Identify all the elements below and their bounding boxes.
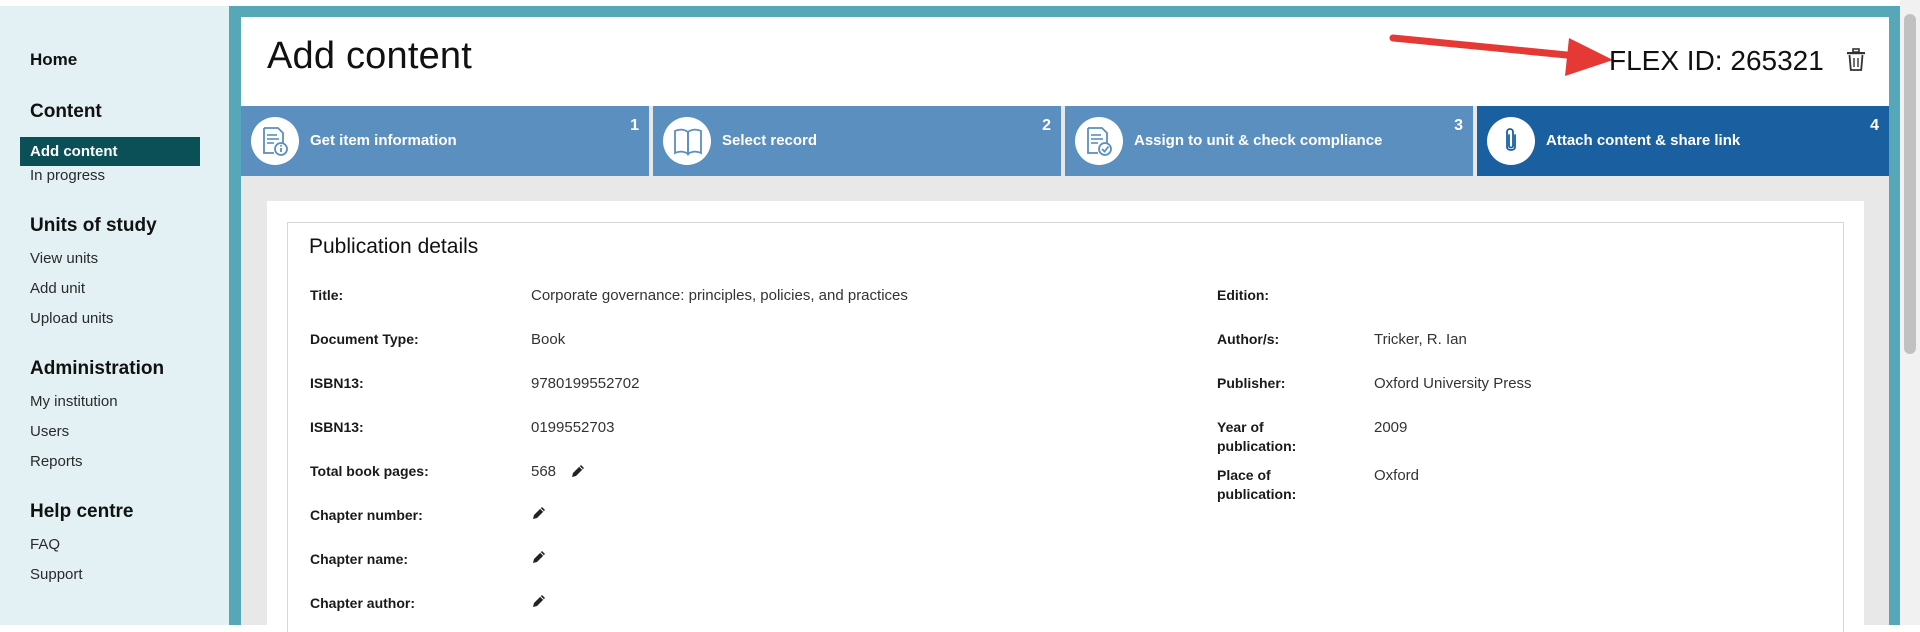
document-type-value: Book [531,331,566,348]
step-label: Select record [722,132,818,149]
step-number: 2 [1042,117,1051,134]
sidebar-item-in-progress[interactable]: In progress [30,167,105,184]
sidebar-item-add-unit[interactable]: Add unit [30,280,85,297]
isbn13-label: ISBN13: [310,419,364,435]
isbn13-value: 0199552703 [531,419,615,436]
sidebar-item-users[interactable]: Users [30,423,69,440]
publisher-value: Oxford University Press [1374,375,1532,392]
sidebar-item-support[interactable]: Support [30,566,83,583]
total-book-pages-value: 568 [531,463,557,480]
step-get-item-information[interactable]: Get item information 1 [241,106,649,176]
page-title: Add content [267,35,473,77]
edition-label: Edition: [1217,287,1270,303]
isbn13-label: ISBN13: [310,375,364,391]
main-panel: Add content FLEX ID: 265321 Get item inf… [241,17,1889,632]
sidebar: Home Content Add content In progress Uni… [0,6,229,625]
sidebar-item-upload-units[interactable]: Upload units [30,310,113,327]
step-label: Assign to unit & check compliance [1134,132,1383,149]
open-book-icon [674,128,702,156]
flex-id: FLEX ID: 265321 [1609,45,1824,76]
publication-heading: Publication details [309,235,479,258]
step-label: Get item information [310,132,457,149]
sidebar-item-faq[interactable]: FAQ [30,536,60,553]
publication-details: Publication details Title: Corporate gov… [287,222,1844,632]
place-of-publication-label: Place of publication: [1217,467,1297,502]
step-attach-content-share-link[interactable]: Attach content & share link 4 [1477,106,1889,176]
sidebar-heading-administration: Administration [30,358,165,379]
step-icon-circle [1487,117,1535,165]
publication-card: Publication details Title: Corporate gov… [267,201,1864,632]
chapter-author-label: Chapter author: [310,595,415,611]
chapter-number-label: Chapter number: [310,507,423,523]
total-book-pages-label: Total book pages: [310,463,429,479]
trash-icon[interactable] [1846,48,1866,72]
document-check-icon [1087,127,1112,156]
step-number: 3 [1454,117,1463,134]
pencil-icon[interactable] [570,463,586,479]
document-type-label: Document Type: [310,331,419,347]
pencil-icon[interactable] [531,505,547,521]
sidebar-item-my-institution[interactable]: My institution [30,393,118,410]
step-icon-circle [251,117,299,165]
document-info-icon [263,127,288,156]
vertical-scrollbar[interactable] [1900,0,1920,625]
sidebar-item-view-units[interactable]: View units [30,250,98,267]
step-icon-circle [1075,117,1123,165]
sidebar-item-add-content[interactable]: Add content [20,137,200,166]
year-of-publication-label: Year of publication: [1217,419,1297,454]
title-label: Title: [310,287,344,303]
title-value: Corporate governance: principles, polici… [531,287,908,304]
paperclip-icon [1506,128,1516,151]
sidebar-heading-content: Content [30,101,102,122]
step-bar: Get item information 1 Select record 2 A… [241,106,1889,176]
step-number: 4 [1870,117,1879,134]
step-number: 1 [630,117,639,134]
isbn13-value: 9780199552702 [531,375,640,392]
step-icon-circle [663,117,711,165]
step-label: Attach content & share link [1546,132,1741,149]
sidebar-heading-units: Units of study [30,215,157,236]
year-of-publication-value: 2009 [1374,419,1408,436]
annotation-arrow [1389,34,1613,76]
chapter-name-label: Chapter name: [310,551,409,567]
page-header: Add content FLEX ID: 265321 [241,17,1889,106]
sidebar-item-reports[interactable]: Reports [30,453,83,470]
sidebar-heading-help: Help centre [30,501,134,522]
step-select-record[interactable]: Select record 2 [653,106,1061,176]
place-of-publication-value: Oxford [1374,467,1420,484]
authors-label: Author/s: [1217,331,1280,347]
step-assign-unit-compliance[interactable]: Assign to unit & check compliance 3 [1065,106,1473,176]
sidebar-item-home[interactable]: Home [30,50,77,70]
authors-value: Tricker, R. Ian [1374,331,1467,348]
pencil-icon[interactable] [531,593,547,609]
pencil-icon[interactable] [531,549,547,565]
publisher-label: Publisher: [1217,375,1286,391]
scrollbar-thumb[interactable] [1904,14,1916,354]
